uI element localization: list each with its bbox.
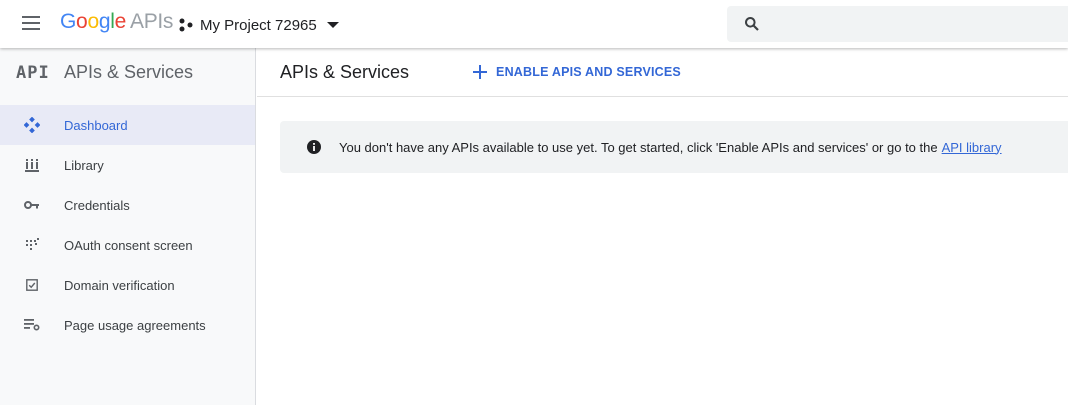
- banner-message: You don't have any APIs available to use…: [339, 139, 938, 155]
- sidebar-item-label: OAuth consent screen: [64, 237, 193, 253]
- api-library-link[interactable]: API library: [942, 140, 1002, 155]
- oauth-consent-icon: [0, 238, 64, 252]
- key-icon: [0, 200, 64, 210]
- domain-verification-icon: [0, 279, 64, 291]
- sidebar-nav: Dashboard Library Credentials OAuth cons…: [0, 105, 255, 345]
- menu-icon[interactable]: [22, 16, 42, 32]
- sidebar-item-label: Credentials: [64, 197, 130, 213]
- sidebar-item-dashboard[interactable]: Dashboard: [0, 105, 255, 145]
- library-icon: [0, 158, 64, 172]
- search-bar[interactable]: [727, 6, 1068, 42]
- sidebar-item-library[interactable]: Library: [0, 145, 255, 185]
- api-logo: API: [16, 62, 50, 83]
- sidebar-item-credentials[interactable]: Credentials: [0, 185, 255, 225]
- sidebar: API APIs & Services Dashboard Library Cr…: [0, 48, 256, 405]
- sidebar-item-domain-verification[interactable]: Domain verification: [0, 265, 255, 305]
- sidebar-item-label: Dashboard: [64, 117, 128, 133]
- google-apis-logo[interactable]: Google APIs: [60, 10, 173, 34]
- sidebar-header: API APIs & Services: [0, 48, 255, 97]
- enable-apis-button[interactable]: ENABLE APIS AND SERVICES: [473, 65, 681, 79]
- project-selector[interactable]: My Project 72965: [179, 14, 339, 36]
- main-header: APIs & Services ENABLE APIS AND SERVICES: [257, 48, 1068, 97]
- info-banner: You don't have any APIs available to use…: [280, 121, 1068, 173]
- project-icon: [179, 18, 193, 32]
- sidebar-item-label: Library: [64, 157, 104, 173]
- info-icon: [307, 140, 321, 154]
- sidebar-item-page-usage-agreements[interactable]: Page usage agreements: [0, 305, 255, 345]
- sidebar-title: APIs & Services: [64, 62, 194, 82]
- page-usage-icon: [0, 319, 64, 331]
- sidebar-item-oauth-consent-screen[interactable]: OAuth consent screen: [0, 225, 255, 265]
- search-icon: [745, 17, 759, 31]
- page-title: APIs & Services: [280, 61, 410, 82]
- dashboard-icon: [0, 117, 64, 133]
- plus-icon: [473, 65, 488, 79]
- sidebar-item-label: Domain verification: [64, 277, 175, 293]
- enable-apis-label: ENABLE APIS AND SERVICES: [496, 65, 681, 79]
- sidebar-item-label: Page usage agreements: [64, 317, 206, 333]
- dropdown-arrow-icon: [326, 22, 339, 28]
- main-content: APIs & Services ENABLE APIS AND SERVICES…: [257, 48, 1068, 405]
- top-bar: Google APIs My Project 72965: [0, 0, 1068, 48]
- banner-text: You don't have any APIs available to use…: [339, 140, 1002, 155]
- project-name: My Project 72965: [200, 16, 317, 34]
